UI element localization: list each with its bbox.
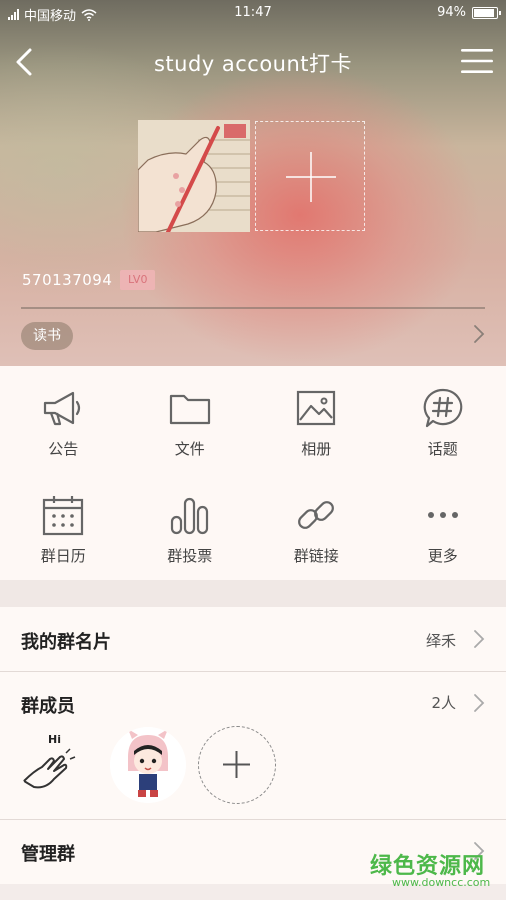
group-members-row[interactable]: 群成员 2人 Hi <box>0 672 506 819</box>
row-label: 我的群名片 <box>21 632 111 653</box>
function-label: 公告 <box>48 440 79 458</box>
group-avatar-photo[interactable] <box>138 120 250 232</box>
row-label: 管理群 <box>21 844 75 865</box>
function-announcement[interactable]: 公告 <box>0 366 127 473</box>
battery-icon <box>472 6 501 19</box>
plus-icon <box>223 751 250 778</box>
row-label: 群成员 <box>21 696 75 717</box>
link-icon <box>298 501 335 529</box>
waving-hand-avatar: Hi <box>23 733 76 789</box>
function-grid: 公告 文件 相册 话题 群日历 群投票 群链接 更多 <box>0 366 506 580</box>
bar-chart-icon <box>170 497 208 535</box>
level-badge: LV0 <box>120 270 156 290</box>
function-vote[interactable]: 群投票 <box>127 473 254 580</box>
group-tag-chip[interactable]: 读书 <box>21 322 73 350</box>
my-group-card-row[interactable]: 我的群名片 绎禾 <box>0 607 506 671</box>
site-watermark: 绿色资源网 www.downcc.com <box>370 848 500 894</box>
page-title: study account打卡 <box>153 52 353 76</box>
function-label: 文件 <box>174 440 205 458</box>
megaphone-icon <box>44 391 81 426</box>
more-icon <box>427 512 458 518</box>
function-label: 相册 <box>301 440 332 458</box>
clock: 11:47 <box>234 5 272 20</box>
chevron-right-icon <box>474 694 485 712</box>
function-files[interactable]: 文件 <box>127 366 254 473</box>
status-bar: 中国移动 11:47 94% <box>0 0 506 26</box>
function-label: 群投票 <box>167 547 213 565</box>
hashtag-icon <box>423 388 463 428</box>
function-label: 话题 <box>427 440 458 458</box>
folder-icon <box>169 394 210 425</box>
function-more[interactable]: 更多 <box>380 473 506 580</box>
battery-level <box>474 8 494 17</box>
member-avatar[interactable] <box>110 727 186 803</box>
function-album[interactable]: 相册 <box>253 366 380 473</box>
chevron-right-icon <box>474 630 485 648</box>
group-number: 570137094 <box>22 271 113 289</box>
header-divider <box>21 307 485 309</box>
row-value: 绎禾 <box>425 632 456 650</box>
function-label: 更多 <box>427 547 458 565</box>
pencil-hand-illustration <box>138 120 250 232</box>
calendar-icon <box>43 496 84 536</box>
group-profile-screen: 中国移动 11:47 94% study account打卡 570137094… <box>0 0 506 900</box>
function-topics[interactable]: 话题 <box>380 366 506 473</box>
image-icon <box>297 390 336 426</box>
function-link[interactable]: 群链接 <box>253 473 380 580</box>
anime-girl-avatar <box>110 727 186 803</box>
battery-percent: 94% <box>437 5 466 20</box>
group-header-background: 中国移动 11:47 94% study account打卡 570137094… <box>0 0 506 366</box>
member-avatar[interactable]: Hi <box>20 727 96 803</box>
add-member-button[interactable] <box>198 726 276 804</box>
avatar-greeting-text: Hi <box>48 733 61 746</box>
member-count: 2人 <box>431 694 456 712</box>
watermark-url: www.downcc.com <box>392 876 491 889</box>
add-photo-button[interactable] <box>255 121 365 231</box>
function-label: 群日历 <box>40 547 86 565</box>
section-gap <box>0 580 506 607</box>
hamburger-menu-icon[interactable] <box>460 46 494 76</box>
chevron-right-icon[interactable] <box>472 323 486 345</box>
status-right: 94% <box>437 5 501 20</box>
function-label: 群链接 <box>293 547 339 565</box>
plus-icon <box>286 152 336 202</box>
function-calendar[interactable]: 群日历 <box>0 473 127 580</box>
navigation-bar: study account打卡 <box>0 38 506 86</box>
